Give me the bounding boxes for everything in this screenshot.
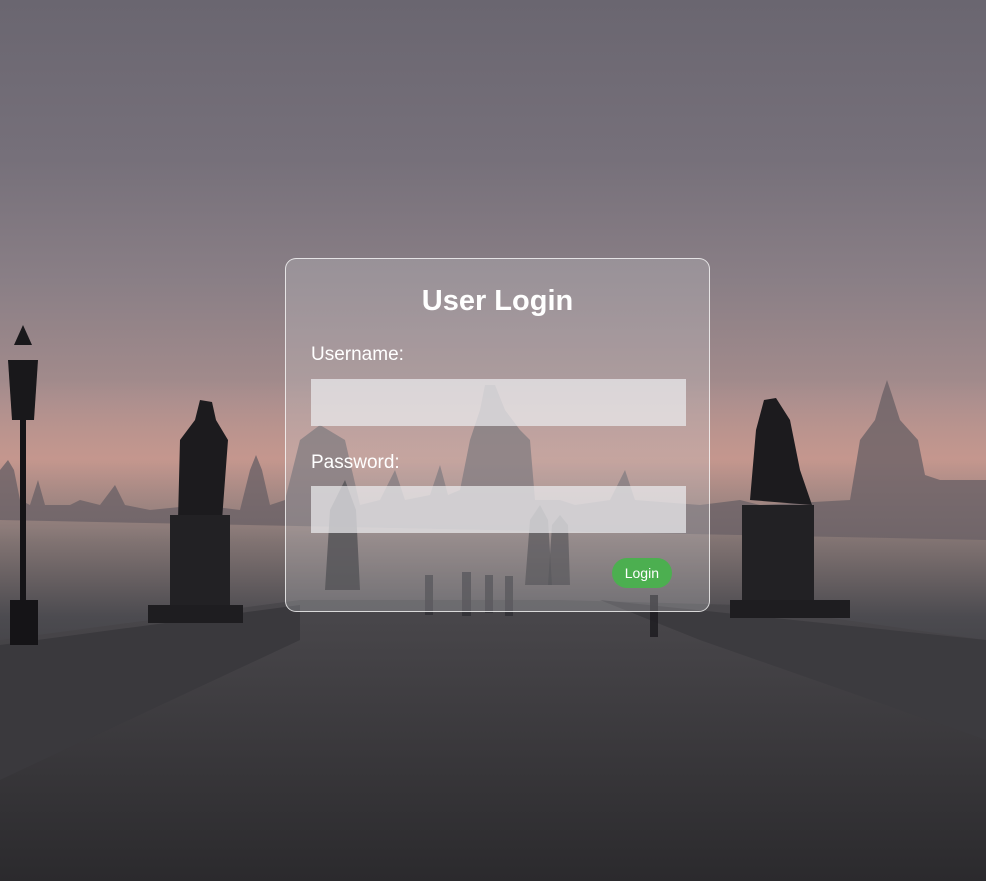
password-input[interactable] — [311, 486, 686, 533]
login-form: User Login Username: Password: Login — [285, 258, 710, 612]
password-label: Password: — [311, 452, 400, 473]
login-button[interactable]: Login — [611, 558, 672, 588]
username-label: Username: — [311, 344, 404, 365]
login-title: User Login — [421, 285, 574, 317]
username-input[interactable] — [311, 379, 686, 426]
page-background: User Login Username: Password: Login — [0, 0, 986, 881]
